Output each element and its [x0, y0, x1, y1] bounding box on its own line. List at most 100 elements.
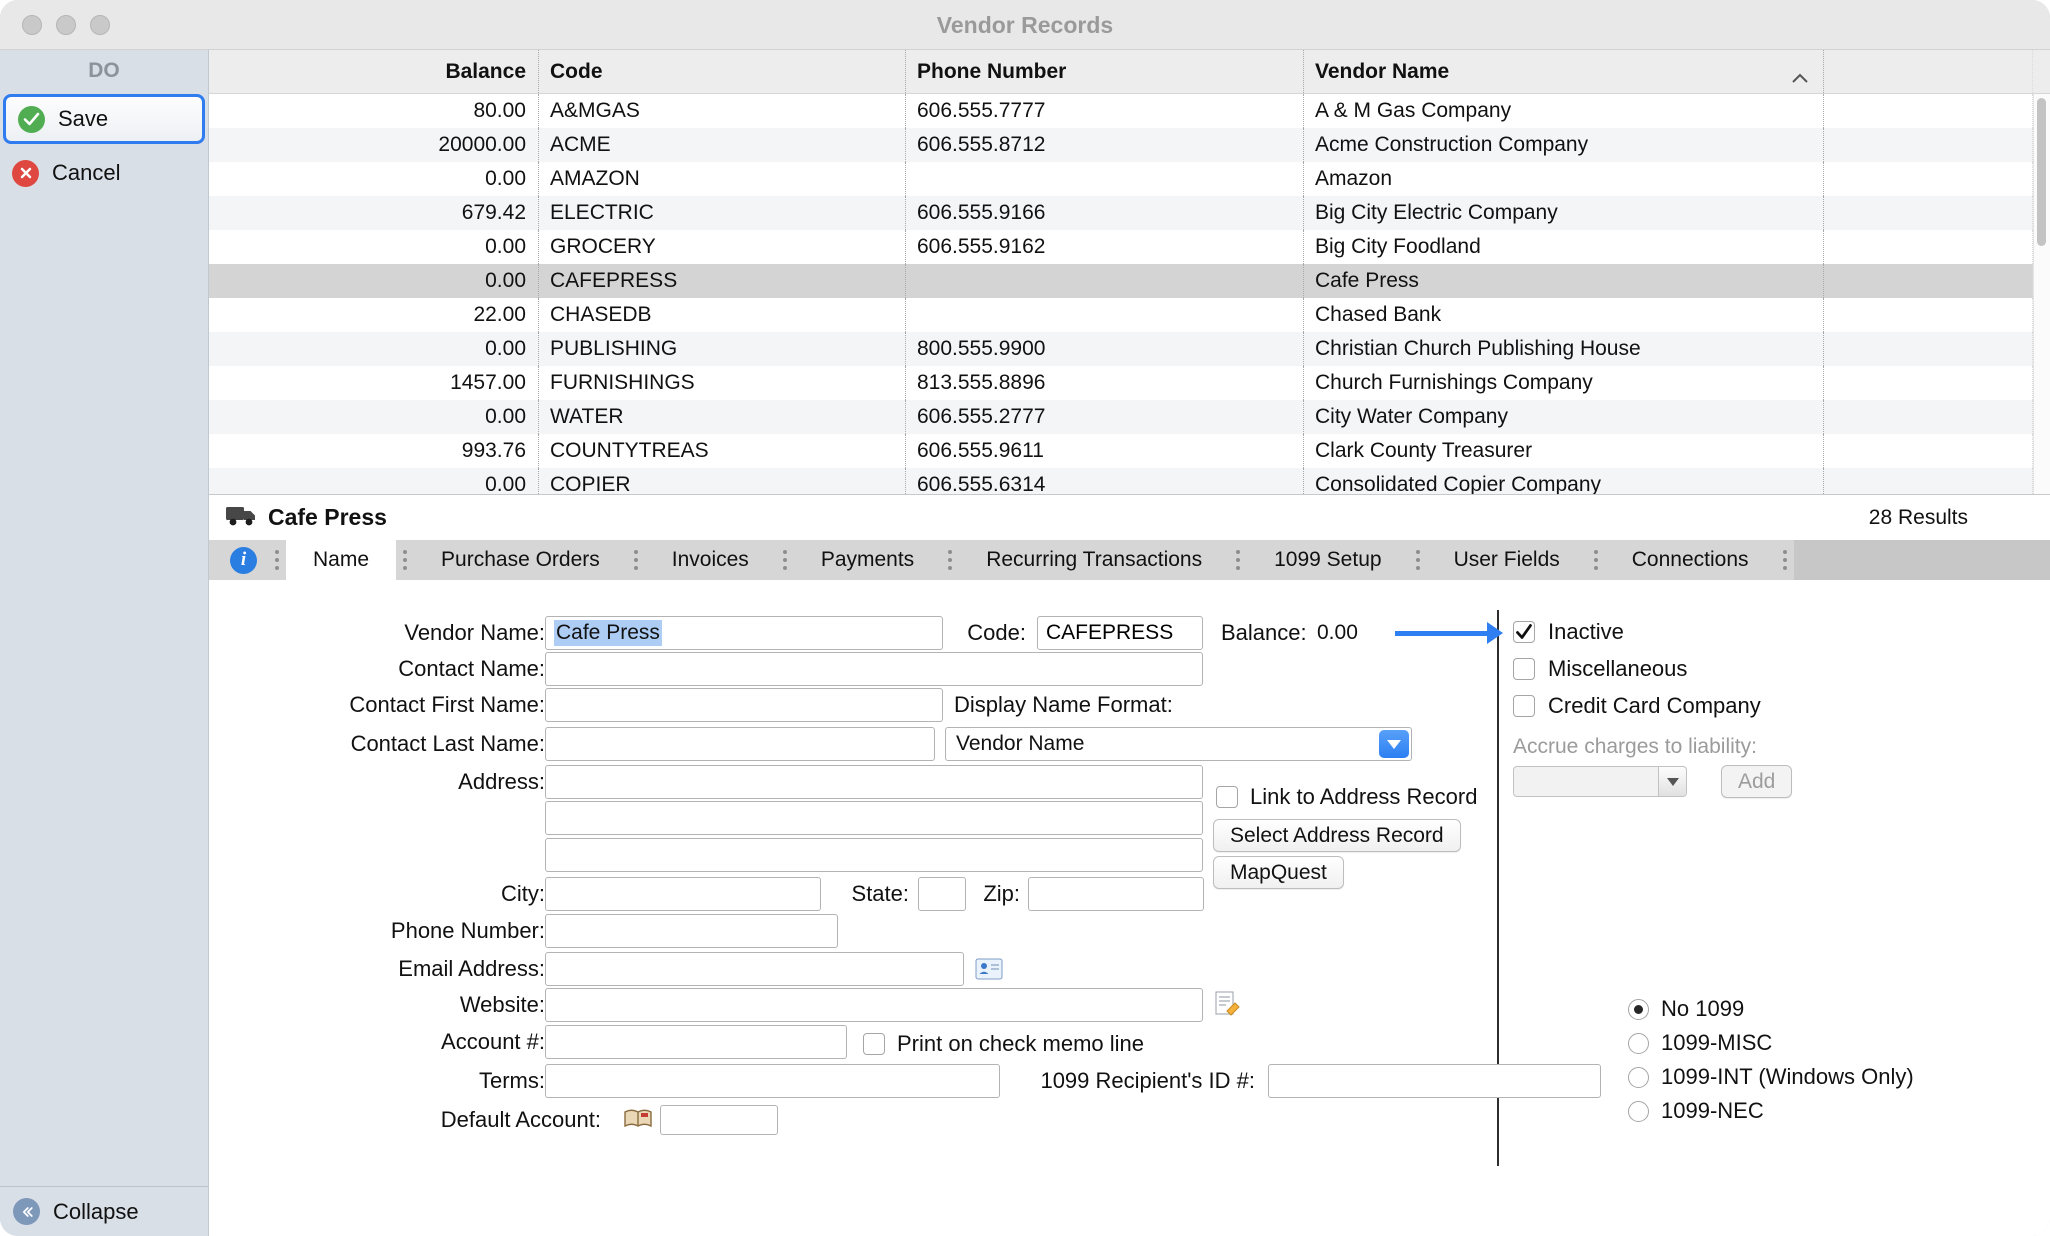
dropdown-chevron-icon[interactable]: [1379, 730, 1409, 758]
cell-code: GROCERY: [539, 230, 906, 264]
contact-first-name-field[interactable]: [545, 688, 943, 722]
tab-recurring-transactions[interactable]: Recurring Transactions: [959, 540, 1229, 580]
cell-name: Consolidated Copier Company: [1304, 468, 1824, 494]
tab-payments[interactable]: Payments: [794, 540, 941, 580]
cell-extra: [1824, 230, 2033, 264]
table-scrollbar-thumb[interactable]: [2037, 98, 2046, 246]
cell-name: Cafe Press: [1304, 264, 1824, 298]
terms-label: Terms:: [215, 1064, 545, 1098]
table-row[interactable]: 20000.00ACME606.555.8712Acme Constructio…: [209, 128, 2050, 162]
tab-1099-setup[interactable]: 1099 Setup: [1247, 540, 1408, 580]
table-row[interactable]: 0.00PUBLISHING800.555.9900Christian Chur…: [209, 332, 2050, 366]
radio-no-1099[interactable]: [1628, 999, 1649, 1020]
link-address-record-checkbox-row[interactable]: Link to Address Record: [1216, 784, 1477, 810]
website-edit-icon[interactable]: [1213, 990, 1241, 1024]
cell-code: ACME: [539, 128, 906, 162]
zip-field[interactable]: [1028, 877, 1204, 911]
cell-extra: [1824, 434, 2033, 468]
save-button[interactable]: Save: [3, 94, 205, 144]
contact-last-name-field[interactable]: [545, 727, 935, 761]
detail-header: Cafe Press 28 Results: [209, 494, 2050, 540]
table-row[interactable]: 0.00COPIER606.555.6314Consolidated Copie…: [209, 468, 2050, 494]
select-address-record-button[interactable]: Select Address Record: [1213, 819, 1461, 852]
recipient-id-field[interactable]: [1268, 1064, 1601, 1098]
cell-balance: 1457.00: [209, 366, 539, 400]
info-icon: i: [230, 547, 257, 574]
print-memo-checkbox-row[interactable]: Print on check memo line: [863, 1031, 1144, 1057]
cancel-button[interactable]: Cancel: [0, 150, 208, 196]
collapse-button[interactable]: Collapse: [0, 1186, 208, 1236]
city-field[interactable]: [545, 877, 821, 911]
tab-separator-dots-icon: [1229, 540, 1247, 580]
table-scrollbar[interactable]: [2033, 94, 2050, 494]
table-row[interactable]: 22.00CHASEDBChased Bank: [209, 298, 2050, 332]
radio-1099-misc[interactable]: [1628, 1033, 1649, 1054]
checkbox-row-inactive[interactable]: Inactive: [1513, 613, 1761, 650]
column-header-code[interactable]: Code: [539, 50, 906, 93]
vendor-name-field[interactable]: Cafe Press: [545, 616, 943, 650]
checkbox-credit-card-company[interactable]: [1513, 695, 1535, 717]
ledger-book-icon[interactable]: [623, 1107, 653, 1137]
radio-row-no-1099[interactable]: No 1099: [1628, 992, 1914, 1026]
cell-extra: [1824, 94, 2033, 128]
pointer-arrow-icon: [1395, 631, 1489, 636]
cell-balance: 0.00: [209, 468, 539, 494]
print-memo-checkbox[interactable]: [863, 1033, 885, 1055]
link-address-record-checkbox[interactable]: [1216, 786, 1238, 808]
table-row[interactable]: 0.00WATER606.555.2777City Water Company: [209, 400, 2050, 434]
column-header-vendor-name[interactable]: Vendor Name: [1304, 50, 1824, 93]
tab-info[interactable]: i: [219, 540, 268, 580]
column-header-phone[interactable]: Phone Number: [906, 50, 1304, 93]
table-row[interactable]: 0.00CAFEPRESSCafe Press: [209, 264, 2050, 298]
checkbox-miscellaneous[interactable]: [1513, 658, 1535, 680]
default-account-label: Default Account:: [269, 1103, 601, 1137]
account-number-field[interactable]: [545, 1025, 847, 1059]
radio-1099-nec[interactable]: [1628, 1101, 1649, 1122]
radio-row-1099-misc[interactable]: 1099-MISC: [1628, 1026, 1914, 1060]
table-row[interactable]: 0.00AMAZONAmazon: [209, 162, 2050, 196]
email-contact-icon[interactable]: [975, 956, 1003, 988]
default-account-field[interactable]: [660, 1105, 778, 1135]
accrue-dropdown-chevron-icon[interactable]: [1658, 767, 1686, 796]
radio-row-1099-nec[interactable]: 1099-NEC: [1628, 1094, 1914, 1128]
email-address-field[interactable]: [545, 952, 964, 986]
radio-row-1099-int-windows-only[interactable]: 1099-INT (Windows Only): [1628, 1060, 1914, 1094]
table-row[interactable]: 1457.00FURNISHINGS813.555.8896Church Fur…: [209, 366, 2050, 400]
address-line2-field[interactable]: [545, 801, 1203, 835]
tab-user-fields[interactable]: User Fields: [1427, 540, 1587, 580]
cell-name: Chased Bank: [1304, 298, 1824, 332]
table-row[interactable]: 80.00A&MGAS606.555.7777A & M Gas Company: [209, 94, 2050, 128]
table-row[interactable]: 0.00GROCERY606.555.9162Big City Foodland: [209, 230, 2050, 264]
code-field[interactable]: [1037, 616, 1203, 650]
state-label: State:: [830, 877, 909, 911]
checkbox-row-credit-card-company[interactable]: Credit Card Company: [1513, 687, 1761, 724]
tab-purchase-orders[interactable]: Purchase Orders: [414, 540, 627, 580]
checkbox-row-miscellaneous[interactable]: Miscellaneous: [1513, 650, 1761, 687]
radio-1099-int-windows-only[interactable]: [1628, 1067, 1649, 1088]
mapquest-button[interactable]: MapQuest: [1213, 856, 1344, 889]
contact-name-field[interactable]: [545, 652, 1203, 686]
table-row[interactable]: 993.76COUNTYTREAS606.555.9611Clark Count…: [209, 434, 2050, 468]
tab-name[interactable]: Name: [286, 540, 396, 580]
collapse-chevrons-icon: [13, 1198, 40, 1225]
cell-name: Big City Electric Company: [1304, 196, 1824, 230]
tab-strip: i Name Purchase Orders Invoices Payments Rec…: [209, 540, 2050, 580]
checkbox-inactive[interactable]: [1513, 621, 1535, 643]
phone-number-field[interactable]: [545, 914, 838, 948]
cell-balance: 22.00: [209, 298, 539, 332]
address-line3-field[interactable]: [545, 838, 1203, 872]
address-line1-field[interactable]: [545, 765, 1203, 799]
radio-label-1099-int-windows-only: 1099-INT (Windows Only): [1661, 1064, 1914, 1090]
tab-invoices[interactable]: Invoices: [645, 540, 776, 580]
display-name-format-dropdown[interactable]: Vendor Name: [945, 727, 1412, 761]
state-field[interactable]: [918, 877, 966, 911]
sidebar-heading: DO: [0, 50, 208, 92]
column-header-balance[interactable]: Balance: [209, 50, 539, 93]
add-liability-button[interactable]: Add: [1721, 765, 1792, 798]
accrue-liability-dropdown[interactable]: [1513, 766, 1687, 797]
website-field[interactable]: [545, 988, 1203, 1022]
cell-name: Church Furnishings Company: [1304, 366, 1824, 400]
table-row[interactable]: 679.42ELECTRIC606.555.9166Big City Elect…: [209, 196, 2050, 230]
cell-phone: 606.555.9611: [906, 434, 1304, 468]
tab-connections[interactable]: Connections: [1605, 540, 1776, 580]
